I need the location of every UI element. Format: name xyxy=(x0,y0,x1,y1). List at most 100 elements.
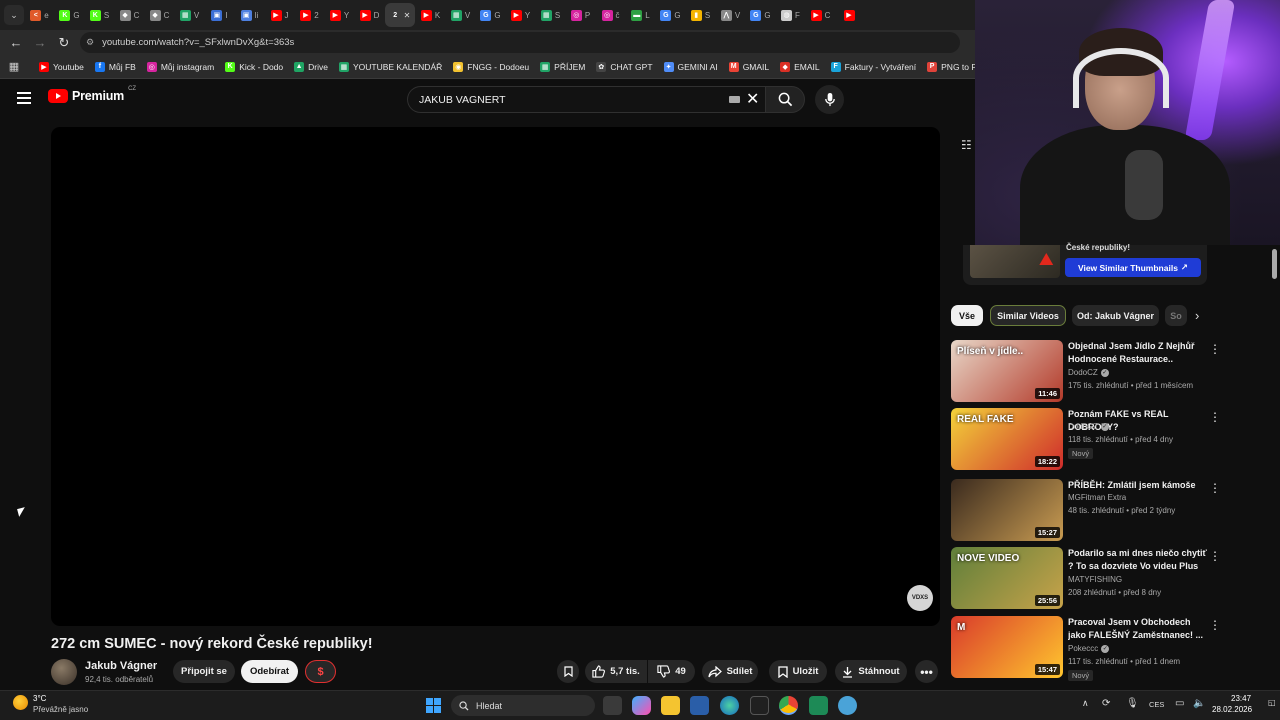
browser-tab[interactable]: ◆ C xyxy=(145,3,174,27)
video-thumbnail[interactable]: 15:27 xyxy=(951,479,1063,541)
copilot-icon[interactable] xyxy=(632,696,651,715)
microphone-tray-icon[interactable]: 🎙 xyxy=(1126,698,1139,709)
video-channel[interactable]: MGFitman Extra xyxy=(1068,493,1126,502)
browser-tab[interactable]: ▬ L xyxy=(626,3,655,27)
video-title[interactable]: Objednal Jsem Jídlo Z Nejhůř Hodnocené R… xyxy=(1068,340,1208,366)
browser-tab[interactable]: GG xyxy=(746,3,775,27)
channel-watermark[interactable]: VDXS xyxy=(907,585,933,611)
app-icon[interactable] xyxy=(838,696,857,715)
share-button[interactable]: Sdílet xyxy=(702,660,758,683)
video-thumbnail[interactable]: Plíseň v jídle.. 11:46 xyxy=(951,340,1063,402)
terminal-icon[interactable] xyxy=(750,696,769,715)
download-button[interactable]: Stáhnout xyxy=(835,660,907,683)
browser-tab[interactable]: ▶ xyxy=(836,3,865,27)
video-thumbnail[interactable]: M 15:47 xyxy=(951,616,1063,678)
store-icon[interactable] xyxy=(690,696,709,715)
browser-tab[interactable]: ▦ V xyxy=(175,3,204,27)
browser-tab[interactable]: ▶ Y xyxy=(506,3,535,27)
recommended-video[interactable]: Plíseň v jídle.. 11:46 Objednal Jsem Jídlo… xyxy=(951,340,1221,404)
clock-time[interactable]: 23:47 xyxy=(1231,694,1251,703)
chip-from-channel[interactable]: Od: Jakub Vágner xyxy=(1072,305,1159,326)
voice-search-button[interactable] xyxy=(815,85,844,114)
notification-icon[interactable]: ◱ xyxy=(1268,698,1276,707)
super-thanks-button[interactable]: $ xyxy=(305,660,336,683)
chip-more[interactable]: So xyxy=(1165,305,1187,326)
like-button[interactable]: 5,7 tis. xyxy=(585,660,647,683)
reload-button[interactable]: ↻ xyxy=(52,33,76,53)
bookmark-item[interactable]: ▦ YOUTUBE KALENDÁŘ xyxy=(338,61,442,72)
tray-overflow-icon[interactable]: ∧ xyxy=(1082,698,1089,709)
bookmark-item[interactable]: ▲ Drive xyxy=(294,61,328,72)
recommended-video[interactable]: NOVE VIDEO 25:56 Podarilo sa mi dnes niečo… xyxy=(951,547,1221,611)
join-button[interactable]: Připojit se xyxy=(173,660,235,683)
browser-tab[interactable]: ◎ P xyxy=(566,3,595,27)
youtube-premium-logo[interactable]: Premium CZ xyxy=(48,86,136,103)
browser-tab[interactable]: ▶ 2 xyxy=(295,3,324,27)
browser-tab[interactable]: ⋀ V xyxy=(716,3,745,27)
browser-tab[interactable]: ▶ C xyxy=(806,3,835,27)
video-title[interactable]: Podarilo sa mi dnes niečo chytiť ? To sa… xyxy=(1068,547,1208,573)
more-vertical-icon[interactable]: ⋮ xyxy=(1209,549,1221,563)
bookmark-item[interactable]: ✦ GEMINI AI xyxy=(663,61,718,72)
clock-date[interactable]: 28.02.2026 xyxy=(1212,705,1252,714)
browser-tab[interactable]: ◆ C xyxy=(115,3,144,27)
address-bar[interactable]: ⚙ youtube.com/watch?v=_SFxlwnDvXg&t=363s xyxy=(80,32,960,53)
video-channel[interactable]: DodoCZ ✓ xyxy=(1068,422,1109,431)
search-button[interactable] xyxy=(765,86,805,113)
chip-all[interactable]: Vše xyxy=(951,305,983,326)
filter-icon[interactable]: ☷ xyxy=(961,138,975,154)
channel-name[interactable]: Jakub Vágner xyxy=(85,660,157,672)
more-vertical-icon[interactable]: ⋮ xyxy=(1209,618,1221,632)
file-explorer-icon[interactable] xyxy=(661,696,680,715)
browser-tab[interactable]: KG xyxy=(55,3,84,27)
site-info-icon[interactable]: ⚙ xyxy=(86,37,94,48)
browser-tab[interactable]: GG xyxy=(656,3,685,27)
weather-icon[interactable] xyxy=(13,695,28,710)
forward-button[interactable]: → xyxy=(28,33,52,53)
more-vertical-icon[interactable]: ⋮ xyxy=(1209,481,1221,495)
dislike-button[interactable]: 49 xyxy=(648,660,695,683)
sidebar-scrollbar[interactable] xyxy=(1271,245,1278,685)
browser-tab[interactable]: ▶ Y xyxy=(325,3,354,27)
browser-tab[interactable]: < e xyxy=(25,3,54,27)
bookmark-item[interactable]: ▶ Youtube xyxy=(39,61,84,72)
browser-tab[interactable]: ▶ J xyxy=(265,3,294,27)
video-channel[interactable]: MATYFISHING xyxy=(1068,575,1122,584)
browser-tab[interactable]: ▶ D xyxy=(355,3,384,27)
bookmark-item[interactable]: f Můj FB xyxy=(94,61,136,72)
volume-icon[interactable]: 🔈 xyxy=(1193,698,1205,709)
bookmark-item[interactable]: ◉ FNGG - Dodoeu xyxy=(453,61,529,72)
apps-grid-icon[interactable]: ▦ xyxy=(0,60,28,73)
video-channel[interactable]: DodoCZ ✓ xyxy=(1068,368,1109,377)
tab-search-menu-icon[interactable]: ⌄ xyxy=(4,5,24,25)
view-similar-thumbnails-button[interactable]: View Similar Thumbnails ↗ xyxy=(1065,258,1201,277)
video-thumbnail[interactable]: NOVE VIDEO 25:56 xyxy=(951,547,1063,609)
video-thumbnail[interactable]: REAL FAKE 18:22 xyxy=(951,408,1063,470)
browser-tab[interactable]: ▣ I xyxy=(205,3,234,27)
bookmark-item[interactable]: F Faktury - Vytváření xyxy=(830,61,916,72)
browser-tab[interactable]: 2 ✕ xyxy=(385,3,415,27)
bookmark-item[interactable]: ▦ PŘÍJEM xyxy=(540,61,585,72)
browser-tab[interactable]: ▮ S xyxy=(686,3,715,27)
browser-tab[interactable]: ▶ K xyxy=(416,3,445,27)
browser-tab[interactable]: GG xyxy=(476,3,505,27)
menu-icon[interactable] xyxy=(17,92,31,104)
bookmark-item[interactable]: ✿ CHAT GPT xyxy=(596,61,653,72)
browser-tab[interactable]: ◍ F xyxy=(776,3,805,27)
video-channel[interactable]: Pokeccc ✓ xyxy=(1068,644,1110,653)
channel-avatar[interactable] xyxy=(51,659,77,685)
weather-temperature[interactable]: 3°C xyxy=(33,694,46,703)
browser-tab[interactable]: ◎ č xyxy=(596,3,625,27)
more-actions-button[interactable]: ••• xyxy=(915,660,938,683)
input-language[interactable]: CES xyxy=(1149,700,1164,709)
chevron-right-icon[interactable]: › xyxy=(1195,308,1199,323)
more-vertical-icon[interactable]: ⋮ xyxy=(1209,342,1221,356)
start-button[interactable] xyxy=(426,698,441,713)
recommended-video[interactable]: 15:27 PŘÍBĚH: Zmlátil jsem kámoše MGFitman… xyxy=(951,479,1221,543)
keyboard-icon[interactable] xyxy=(729,96,740,103)
sheets-icon[interactable] xyxy=(809,696,828,715)
taskbar-search[interactable]: Hledat xyxy=(451,695,595,716)
browser-tab[interactable]: ▦ V xyxy=(446,3,475,27)
sync-icon[interactable]: ⟳ xyxy=(1102,698,1110,709)
recommended-video[interactable]: M 15:47 Pracoval Jsem v Obchodech jako FAL… xyxy=(951,616,1221,681)
